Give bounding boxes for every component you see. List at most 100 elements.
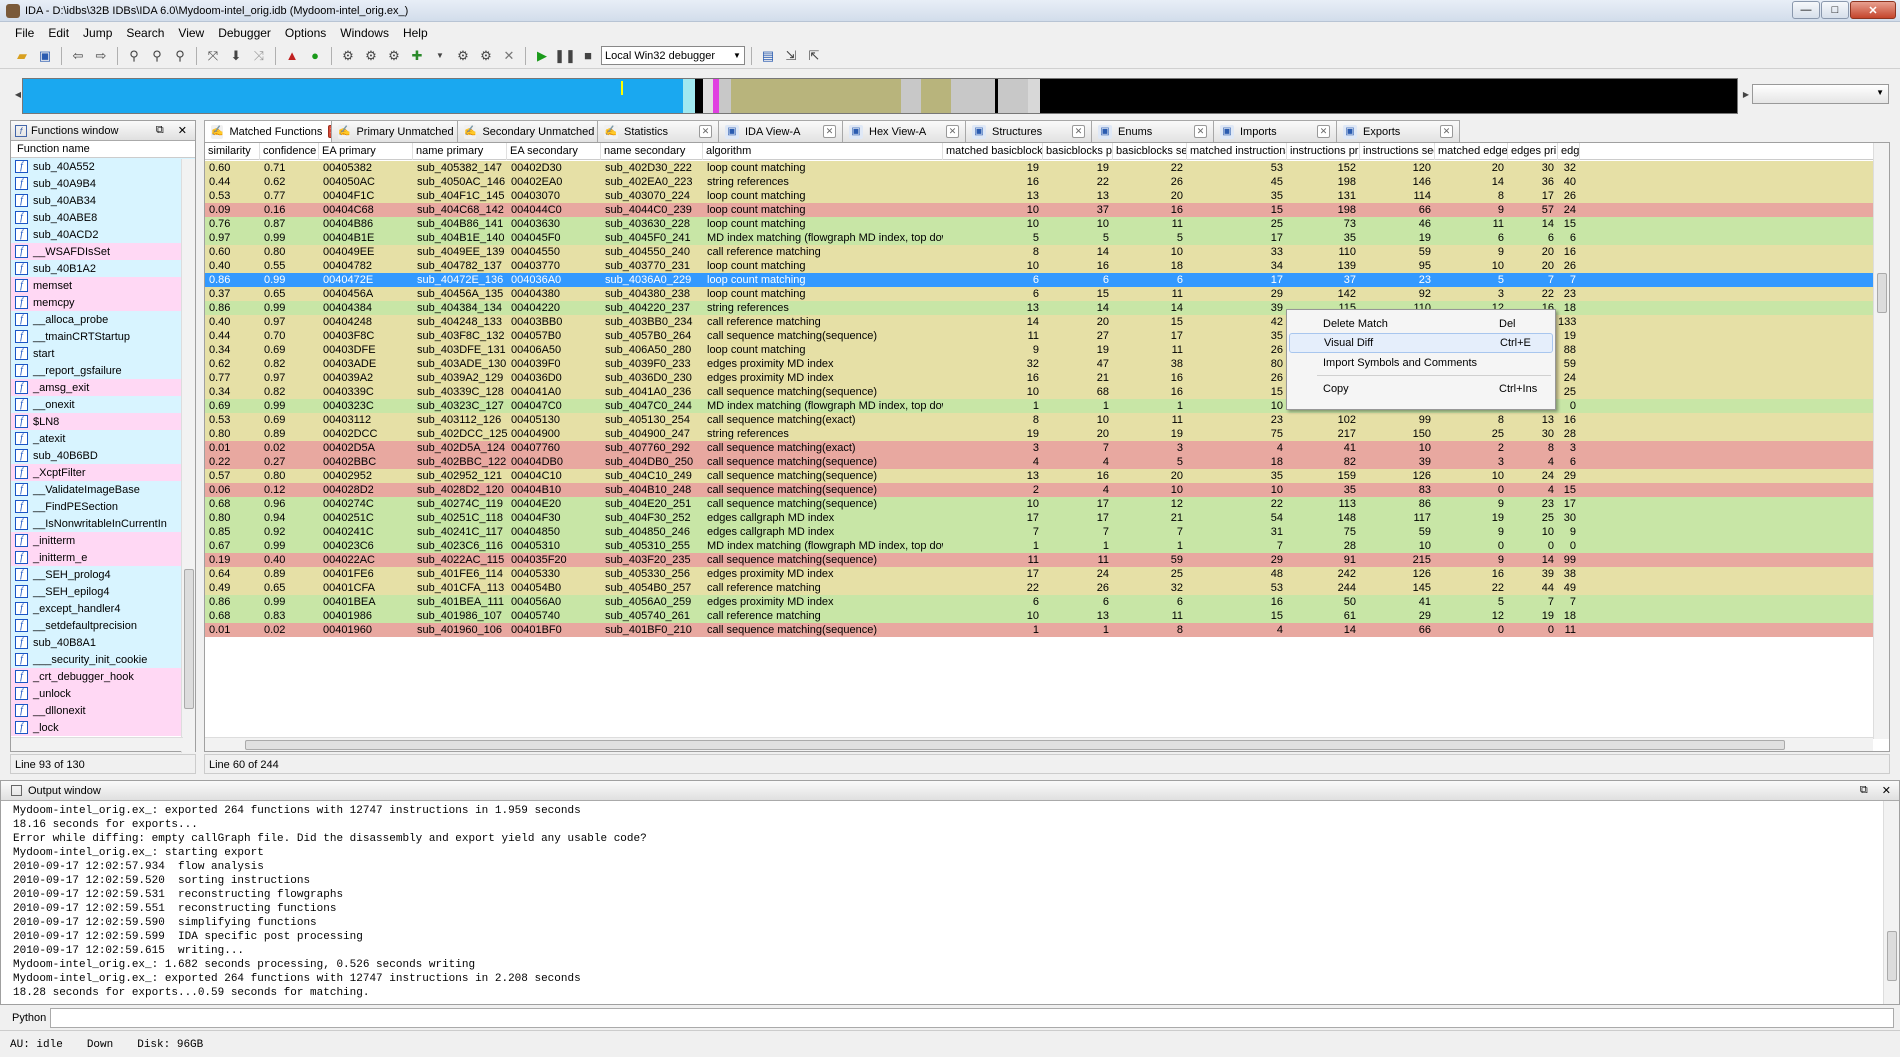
table-row[interactable]: 0.60 0.80 004049EE sub_4049EE_139 00404550 su… (205, 245, 1873, 259)
tab-close-icon[interactable]: ✕ (1440, 125, 1453, 138)
table-row[interactable]: 0.85 0.92 0040241C sub_40241C_117 00404850 su… (205, 525, 1873, 539)
python-input[interactable] (50, 1008, 1894, 1028)
column-header-ea-secondary[interactable]: EA secondary (507, 143, 601, 160)
menu-windows[interactable]: Windows (333, 26, 396, 40)
menu-help[interactable]: Help (396, 26, 435, 40)
debug-options-icon[interactable]: ▤ (758, 46, 778, 66)
forward-icon[interactable]: ⇨ (91, 46, 111, 66)
function-list-item[interactable]: f memset (11, 277, 195, 294)
debugger-select[interactable]: Local Win32 debugger ▼ (601, 46, 745, 65)
plugin-icon-4[interactable]: ⚙ (453, 46, 473, 66)
function-list-item[interactable]: f _except_handler4 (11, 600, 195, 617)
menu-jump[interactable]: Jump (76, 26, 119, 40)
function-list-item[interactable]: f __dllonexit (11, 702, 195, 719)
close-button[interactable]: ✕ (1850, 1, 1896, 19)
navigation-band[interactable] (22, 78, 1738, 114)
function-list-item[interactable]: f _amsg_exit (11, 379, 195, 396)
function-list-item[interactable]: f __IsNonwritableInCurrentIn (11, 515, 195, 532)
cancel-icon[interactable]: ✕ (499, 46, 519, 66)
tab-exports[interactable]: ▣ Exports ✕ (1336, 120, 1460, 142)
column-header-ea-primary[interactable]: EA primary (319, 143, 413, 160)
function-list-item[interactable]: f _initterm (11, 532, 195, 549)
table-horizontal-scrollbar[interactable] (205, 737, 1873, 751)
function-list-item[interactable]: f memcpy (11, 294, 195, 311)
plugin-icon-3[interactable]: ⚙ (384, 46, 404, 66)
function-list-item[interactable]: f __SEH_prolog4 (11, 566, 195, 583)
function-list-item[interactable]: f __SEH_epilog4 (11, 583, 195, 600)
function-list-item[interactable]: f sub_40AB34 (11, 192, 195, 209)
function-list-item[interactable]: f sub_40B8A1 (11, 634, 195, 651)
float-pane-icon[interactable]: ⧉ (156, 124, 164, 137)
table-row[interactable]: 0.67 0.99 004023C6 sub_4023C6_116 00405310 su… (205, 539, 1873, 553)
plugin-icon-2[interactable]: ⚙ (361, 46, 381, 66)
table-row[interactable]: 0.68 0.96 0040274C sub_40274C_119 00404E20 su… (205, 497, 1873, 511)
context-menu-copy[interactable]: Copy Ctrl+Ins (1289, 379, 1553, 399)
menu-view[interactable]: View (171, 26, 211, 40)
context-menu-visual-diff[interactable]: Visual Diff Ctrl+E (1289, 333, 1553, 353)
tab-close-icon[interactable]: ✕ (699, 125, 712, 138)
context-menu-delete-match[interactable]: Delete Match Del (1289, 314, 1553, 334)
binoculars-icon[interactable]: ⚲ (124, 46, 144, 66)
menu-options[interactable]: Options (278, 26, 333, 40)
table-row[interactable]: 0.80 0.89 00402DCC sub_402DCC_125 00404900 su… (205, 427, 1873, 441)
function-list-item[interactable]: f sub_40A552 (11, 158, 195, 175)
close-pane-icon[interactable]: ✕ (1882, 784, 1891, 797)
segment-select[interactable] (1752, 84, 1889, 104)
pause-debugger-icon[interactable]: ❚❚ (554, 46, 576, 66)
table-row[interactable]: 0.86 0.99 00404384 sub_404384_134 00404220 su… (205, 301, 1873, 315)
table-row[interactable]: 0.40 0.97 00404248 sub_404248_133 00403BB0 su… (205, 315, 1873, 329)
menu-file[interactable]: File (8, 26, 41, 40)
function-list-item[interactable]: f __tmainCRTStartup (11, 328, 195, 345)
function-list-item[interactable]: f sub_40ABE8 (11, 209, 195, 226)
save-icon[interactable]: ▣ (35, 46, 55, 66)
column-header-similarity[interactable]: similarity (205, 143, 260, 160)
functions-vertical-scrollbar[interactable] (181, 159, 195, 753)
column-header-matched-edges[interactable]: matched edges (1435, 143, 1508, 160)
table-row[interactable]: 0.69 0.99 0040323C sub_40323C_127 004047C0 su… (205, 399, 1873, 413)
function-list-item[interactable]: f __onexit (11, 396, 195, 413)
function-list-item[interactable]: f __WSAFDIsSet (11, 243, 195, 260)
function-list-item[interactable]: f __report_gsfailure (11, 362, 195, 379)
function-list[interactable]: f sub_40A552 f sub_40A9B4 f sub_40AB34 f sub_40… (11, 158, 195, 736)
table-row[interactable]: 0.01 0.02 00401960 sub_401960_106 00401BF0 su… (205, 623, 1873, 637)
function-list-item[interactable]: f _crt_debugger_hook (11, 668, 195, 685)
tab-ida-view-a[interactable]: ▣ IDA View-A ✕ (718, 120, 843, 142)
function-list-item[interactable]: f start (11, 345, 195, 362)
functions-horizontal-scrollbar[interactable] (11, 737, 183, 751)
table-row[interactable]: 0.53 0.77 00404F1C sub_404F1C_145 00403070 su… (205, 189, 1873, 203)
tab-matched-functions[interactable]: ✍Matched Functions✕ (204, 120, 338, 142)
column-header-matched-instructions[interactable]: matched instructions (1187, 143, 1287, 160)
table-row[interactable]: 0.19 0.40 004022AC sub_4022AC_115 004035F20 s… (205, 553, 1873, 567)
column-header-instructions-pri[interactable]: instructions pri (1287, 143, 1360, 160)
table-row[interactable]: 0.44 0.62 004050AC sub_4050AC_146 00402EA0 su… (205, 175, 1873, 189)
maximize-button[interactable]: □ (1821, 1, 1849, 19)
column-header-algorithm[interactable]: algorithm (703, 143, 943, 160)
plugin-icon-1[interactable]: ⚙ (338, 46, 358, 66)
table-row[interactable]: 0.40 0.55 00404782 sub_404782_137 00403770 su… (205, 259, 1873, 273)
table-row[interactable]: 0.86 0.99 00401BEA sub_401BEA_111 004056A0 su… (205, 595, 1873, 609)
tab-imports[interactable]: ▣ Imports ✕ (1213, 120, 1337, 142)
table-row[interactable]: 0.80 0.94 0040251C sub_40251C_118 00404F30 su… (205, 511, 1873, 525)
minimize-button[interactable]: — (1792, 1, 1820, 19)
table-row[interactable]: 0.37 0.65 0040456A sub_40456A_135 00404380 su… (205, 287, 1873, 301)
table-row[interactable]: 0.64 0.89 00401FE6 sub_401FE6_114 00405330 su… (205, 567, 1873, 581)
column-header-instructions-sec[interactable]: instructions sec (1360, 143, 1435, 160)
context-menu-import-symbols-and-comments[interactable]: Import Symbols and Comments (1289, 353, 1553, 373)
table-row[interactable]: 0.60 0.71 00405382 sub_405382_147 00402D30 su… (205, 161, 1873, 175)
table-row[interactable]: 0.77 0.97 004039A2 sub_4039A2_129 004036D0 su… (205, 371, 1873, 385)
tab-hex-view-a[interactable]: ▣ Hex View-A ✕ (842, 120, 966, 142)
menu-edit[interactable]: Edit (41, 26, 76, 40)
function-list-item[interactable]: f ___security_init_cookie (11, 651, 195, 668)
function-list-item[interactable]: f sub_40B1A2 (11, 260, 195, 277)
graph-view-icon[interactable]: ▲ (282, 46, 302, 66)
table-row[interactable]: 0.01 0.02 00402D5A sub_402D5A_124 00407760 su… (205, 441, 1873, 455)
float-pane-icon[interactable]: ⧉ (1860, 784, 1868, 797)
table-row[interactable]: 0.97 0.99 00404B1E sub_404B1E_140 004045F0 su… (205, 231, 1873, 245)
detach-icon[interactable]: ⇱ (804, 46, 824, 66)
search-text-icon[interactable]: ⚲ (147, 46, 167, 66)
menu-search[interactable]: Search (119, 26, 171, 40)
column-header-confidence[interactable]: confidence (260, 143, 319, 160)
table-row[interactable]: 0.09 0.16 00404C68 sub_404C68_142 004044C0 su… (205, 203, 1873, 217)
function-list-item[interactable]: f _initterm_e (11, 549, 195, 566)
table-row[interactable]: 0.76 0.87 00404B86 sub_404B86_141 00403630 su… (205, 217, 1873, 231)
